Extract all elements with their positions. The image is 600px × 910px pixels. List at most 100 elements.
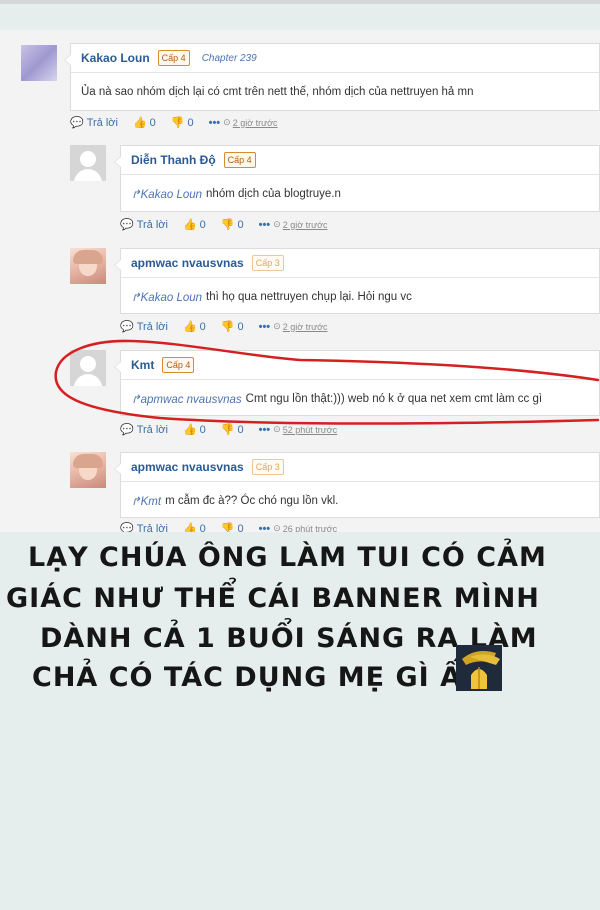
avatar[interactable] [70,452,106,488]
reply-label: Trả lời [86,116,118,129]
dislike-button[interactable]: 👎 0 [220,423,247,437]
reply-icon: 💬 [120,523,134,532]
reply-mention[interactable]: ↱apmwac nvausvnas [131,392,242,406]
thumbs-down-icon: 👎 [220,219,235,231]
dislike-button[interactable]: 👎 0 [220,522,247,533]
mention-user: Kmt [140,496,162,508]
comment-body: m cẫm đc à?? Óc chó ngu lồn vkl. [165,495,339,507]
reply-icon: 💬 [120,219,134,231]
comment-actions: 💬 Trả lời 👍 0 👎 0 ••• ⊙ 2 giờ trước [120,218,331,232]
reply-mention[interactable]: ↱Kakao Loun [131,187,202,201]
timestamp[interactable]: 2 giờ trước [233,118,278,128]
comment-bubble: Diễn Thanh Độ Cấp 4 ↱Kakao Loun nhóm dịc… [114,145,600,212]
avatar[interactable] [70,350,106,386]
like-button[interactable]: 👍 0 [182,522,209,533]
thumbs-up-icon: 👍 [182,219,197,231]
dislike-button[interactable]: 👎 0 [220,218,247,232]
thumbs-down-icon: 👎 [220,424,235,436]
comment-header: Kakao Loun Cấp 4 Chapter 239 [71,44,599,73]
reply-button[interactable]: 💬 Trả lời [120,522,171,533]
reply-button[interactable]: 💬 Trả lời [120,423,171,437]
comment-text: ↱apmwac nvausvnas Cmt ngu lồn thật:))) w… [121,380,599,418]
comment-header: Diễn Thanh Độ Cấp 4 [121,146,599,175]
reply-arrow-icon: ↱ [131,496,141,508]
reply-mention[interactable]: ↱Kakao Loun [131,290,202,304]
dislike-button[interactable]: 👎 0 [221,320,247,334]
reply-arrow-icon: ↱ [131,394,141,406]
username-link[interactable]: Kmt [131,358,154,372]
username-link[interactable]: Diễn Thanh Độ [131,153,216,167]
top-bar [0,0,600,4]
comment-body: Ủa nà sao nhóm dịch lại có cmt trên nett… [81,86,474,98]
more-options-button[interactable]: ••• [259,321,271,333]
more-options-button[interactable]: ••• [209,117,221,129]
timestamp[interactable]: 52 phút trước [283,425,337,435]
like-button[interactable]: 👍 0 [132,116,159,130]
clock-icon: ⊙ [273,219,281,229]
thumbs-down-icon: 👎 [220,523,235,532]
timestamp[interactable]: 2 giờ trước [283,322,328,332]
dislike-count: 0 [237,320,244,333]
reply-mention[interactable]: ↱Kmt [131,494,161,508]
level-badge: Cấp 4 [223,152,256,168]
username-link[interactable]: apmwac nvausvnas [131,460,244,474]
reply-label: Trả lời [136,320,168,333]
avatar[interactable] [70,145,106,181]
praying-hands-icon [456,645,502,691]
comment-body: nhóm dịch của blogtruye.n [206,188,341,200]
comment-bubble: apmwac nvausvnas Cấp 3 ↱Kakao Loun thì h… [114,248,600,316]
dislike-count: 0 [187,116,194,129]
comment-text: Ủa nà sao nhóm dịch lại có cmt trên nett… [71,73,599,111]
reply-label: Trả lời [136,522,168,533]
comment-body: Cmt ngu lồn thật:))) web nó k ở qua net … [245,393,543,405]
reply-button[interactable]: 💬 Trả lời [70,116,121,130]
mention-user: Kakao Loun [140,292,203,304]
reply-button[interactable]: 💬 Trả lời [120,320,171,334]
like-count: 0 [199,320,206,333]
dislike-button[interactable]: 👎 0 [170,116,197,130]
level-badge: Cấp 3 [251,459,284,475]
dislike-count: 0 [237,423,244,436]
avatar[interactable] [21,45,57,81]
more-options-button[interactable]: ••• [259,219,271,231]
comment-actions: 💬 Trả lời 👍 0 👎 0 ••• ⊙ 26 phút trước [120,522,340,533]
thumbs-up-icon: 👍 [182,523,197,532]
thumbs-down-icon: 👎 [170,117,185,129]
mention-user: apmwac nvausvnas [140,394,242,406]
caption-line-2: GIÁC NHƯ THỂ CÁI BANNER MÌNH [6,583,540,614]
thumbs-up-icon: 👍 [182,424,197,436]
caption-line-1: LẠY CHÚA ÔNG LÀM TUI CÓ CẢM [28,542,547,573]
reply-label: Trả lời [136,423,168,436]
avatar[interactable] [70,248,106,284]
like-button[interactable]: 👍 0 [182,423,209,437]
more-options-button[interactable]: ••• [259,424,271,436]
timestamp[interactable]: 2 giờ trước [283,220,328,230]
caption-line-4: CHẢ CÓ TÁC DỤNG MẸ GÌ ẤY [32,662,483,693]
chapter-link[interactable]: Chapter 239 [202,53,257,64]
level-badge: Cấp 3 [251,255,284,271]
caption-line-3: DÀNH CẢ 1 BUỔI SÁNG RA LÀM [40,623,538,654]
comment-text: ↱Kakao Loun thì họ qua nettruyen chụp lạ… [121,278,599,316]
reply-icon: 💬 [70,117,84,129]
reply-button[interactable]: 💬 Trả lời [120,218,171,232]
more-options-button[interactable]: ••• [259,523,271,533]
level-badge: Cấp 4 [157,50,190,66]
comment-actions: 💬 Trả lời 👍 0 👎 0 ••• ⊙ 52 phút trước [120,423,340,437]
timestamp[interactable]: 26 phút trước [283,524,337,533]
like-count: 0 [199,218,206,231]
clipped-actions-row: 💬 Trả lời 👍 0 👎 0 ••• ⊙ 26 phút trước [110,522,600,533]
reply-icon: 💬 [120,321,134,333]
thumbs-up-icon: 👍 [132,117,147,129]
username-link[interactable]: apmwac nvausvnas [131,256,244,270]
like-button[interactable]: 👍 0 [183,320,209,334]
username-link[interactable]: Kakao Loun [81,51,150,65]
clock-icon: ⊙ [273,321,281,331]
comment-text: ↱Kmt m cẫm đc à?? Óc chó ngu lồn vkl. [121,482,599,520]
comment-actions: 💬 Trả lời 👍 0 👎 0 ••• ⊙ 2 giờ trước [120,320,331,334]
like-button[interactable]: 👍 0 [182,218,209,232]
like-count: 0 [149,116,156,129]
comment-header: apmwac nvausvnas Cấp 3 [121,453,599,482]
comment-bubble: apmwac nvausvnas Cấp 3 ↱Kmt m cẫm đc à??… [114,452,600,520]
comment-actions: 💬 Trả lời 👍 0 👎 0 ••• ⊙ 2 giờ trước [70,116,281,130]
reply-arrow-icon: ↱ [131,189,141,201]
